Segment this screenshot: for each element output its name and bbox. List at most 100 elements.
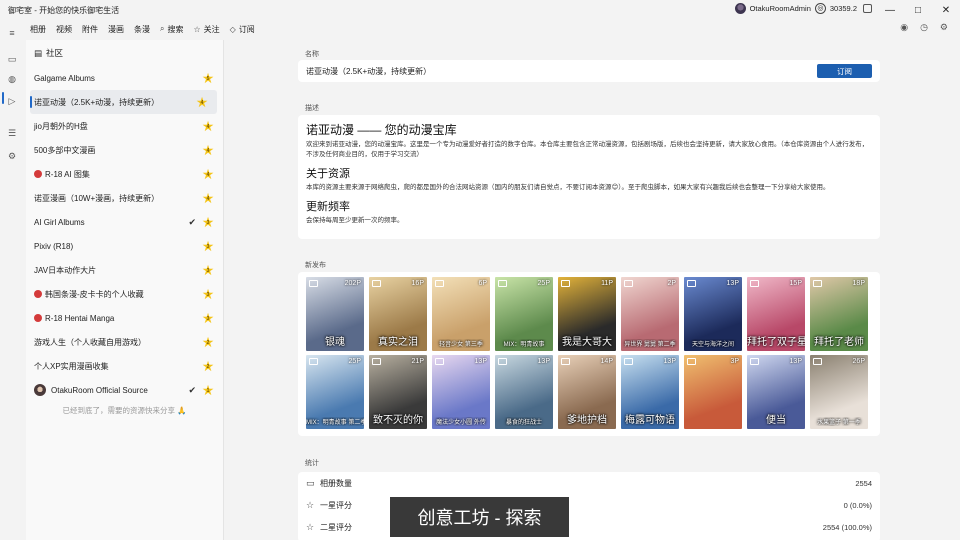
name-card: 诺亚动漫（2.5K+动漫，持续更新） 订阅 [298,60,880,82]
sidebar-item[interactable]: R-18 Hentai Manga ★ 3 [26,306,223,330]
top-menu: 相册 视频 附件 漫画 条漫 ⌕ 搜索 ☆ 关注 ◇ 订阅 [30,20,255,38]
album-folder-icon [309,280,318,287]
level-star-icon: ★ 4 [195,95,209,109]
level-number: 3 [206,316,210,322]
menu-item-5[interactable]: ⌕ 搜索 [160,24,183,35]
sidebar-item[interactable]: JAV日本动作大片 ★ 3 [26,258,223,282]
sidebar-item-label: AI Girl Albums [34,217,85,227]
sidebar-item[interactable]: OtakuRoom Official Source ✔ ★ 1 [26,378,223,402]
user-area[interactable]: OtakuRoomAdmin ◎ 30359.2 [734,3,872,14]
sidebar-item[interactable]: 500多部中文漫画 ★ 4 [26,138,223,162]
list-icon[interactable]: ☰ [5,126,19,140]
page-count: 13P [537,358,550,365]
sidebar-item-label: Galgame Albums [34,73,95,83]
album-thumbnail[interactable]: 25P MIX：明青故事 [495,277,553,351]
menu-item-1[interactable]: 视频 [56,24,72,35]
sidebar-item[interactable]: 诺亚漫画（10W+漫画，持续更新） ★ 4 [26,186,223,210]
level-star-icon: ★ 3 [201,311,215,325]
album-thumbnail[interactable]: 3P [684,355,742,429]
level-number: 3 [206,220,210,226]
globe-icon[interactable]: ◍ [5,72,19,86]
sidebar-item[interactable]: 韩国条漫-皮卡卡的个人收藏 ★ 3 [26,282,223,306]
sidebar-item-label: jio月朝外的H盘 [34,121,88,131]
menu-item-6[interactable]: ☆ 关注 [193,24,219,35]
menu-item-label: 订阅 [238,24,255,34]
menu-item-3[interactable]: 漫画 [108,24,124,35]
subscribe-button[interactable]: 订阅 [817,64,872,78]
stat-label: 二星评分 [320,522,352,532]
sidebar-item[interactable]: 个人XP实用漫画收集 ★ 2 [26,354,223,378]
subscribed-check-icon: ✔ [188,385,196,395]
level-star-icon: ★ 1 [201,383,215,397]
community-sidebar: ▤ 社区 Galgame Albums ★ 5 诺亚动漫（2.5K+动漫，持续更新） ★… [26,40,224,540]
level-number: 1 [206,388,210,394]
window-controls: — □ ✕ [876,0,960,20]
level-star-icon: ★ 3 [201,215,215,229]
sidebar-item[interactable]: 游戏人生（个人收藏自用游戏） ★ 2 [26,330,223,354]
community-list: Galgame Albums ★ 5 诺亚动漫（2.5K+动漫，持续更新） ★ 4 jio月… [26,66,223,402]
stats-card: ▭ 相册数量 2554 ☆ 一星评分 0 (0.0%) ☆ 二星评分 2554 (100.0%) [298,472,880,540]
album-thumbnail[interactable]: 26P 水果篮子 第一季 [810,355,868,429]
album-thumbnail[interactable]: 6P 轻音少女 第三季 [432,277,490,351]
minimize-button[interactable]: — [876,0,904,20]
wallet-icon[interactable] [863,4,872,13]
list-end-note: 已经到底了，需要的资源快来分享 🙏 [62,406,187,415]
sidebar-item[interactable]: R-18 AI 图集 ★ 4 [26,162,223,186]
level-number: 4 [206,196,210,202]
sidebar-item[interactable]: Pixiv (R18) ★ 3 [26,234,223,258]
sidebar-item[interactable]: 诺亚动漫（2.5K+动漫，持续更新） ★ 4 [30,90,217,114]
page-count: 2P [667,280,676,287]
album-thumbnail[interactable]: 15P 拜托了双子星 [747,277,805,351]
menu-item-0[interactable]: 相册 [30,24,46,35]
menu-icon[interactable]: ≡ [5,26,19,40]
level-star-icon: ★ 4 [201,191,215,205]
settings-gear-icon[interactable]: ⚙ [940,22,948,33]
album-thumbnail[interactable]: 13P 暴食的狂战士 [495,355,553,429]
sidebar-item[interactable]: AI Girl Albums ✔ ★ 3 [26,210,223,234]
user-avatar[interactable] [734,3,746,14]
album-thumbnail[interactable]: 13P 梅露可物语 [621,355,679,429]
user-name[interactable]: OtakuRoomAdmin [750,4,811,13]
star-1-icon: ☆ [306,499,315,510]
broadcast-icon[interactable]: ◉ [900,22,908,33]
sidebar-item-label: 游戏人生（个人收藏自用游戏） [34,337,146,347]
subscribed-check-icon: ✔ [188,217,196,227]
album-folder-icon [624,358,633,365]
page-count: 18P [852,280,865,287]
menu-item-label: 视频 [56,24,72,34]
play-icon[interactable]: ▷ [5,94,19,108]
album-thumbnail[interactable]: 25P MIX：明青故事 第二季 [306,355,364,429]
menu-item-label: 条漫 [134,24,150,34]
image-icon[interactable]: ▭ [5,52,19,66]
settings-icon[interactable]: ⚙ [5,149,19,163]
album-caption: 拜托了双子星 [747,337,805,348]
page-count: 6P [478,280,487,287]
album-thumbnail[interactable]: 16P 真实之泪 [369,277,427,351]
menu-item-7[interactable]: ◇ 订阅 [230,24,255,35]
source-avatar [34,384,46,396]
album-thumbnail[interactable]: 11P 我是大哥大 [558,277,616,351]
sidebar-item[interactable]: Galgame Albums ★ 5 [26,66,223,90]
album-thumbnail[interactable]: 18P 拜托了老师 [810,277,868,351]
sidebar-item-label: 个人XP实用漫画收集 [34,361,109,371]
album-thumbnail[interactable]: 202P 银魂 [306,277,364,351]
new-section-label: 新发布 [305,262,326,269]
close-button[interactable]: ✕ [932,0,960,20]
maximize-button[interactable]: □ [904,0,932,20]
menu-item-label: 附件 [82,24,98,34]
history-icon[interactable]: ◷ [920,22,928,33]
search-icon: ⌕ [160,24,165,33]
album-thumbnail[interactable]: 13P 魔法少女小圆 外传 [432,355,490,429]
album-thumbnail[interactable]: 13P 天空与海洋之间 [684,277,742,351]
main-panel: 名称 诺亚动漫（2.5K+动漫，持续更新） 订阅 描述 诺亚动漫 —— 您的动漫… [225,40,960,540]
album-thumbnail[interactable]: 21P 致不灭的你 [369,355,427,429]
menu-item-4[interactable]: 条漫 [134,24,150,35]
level-star-icon: ★ 2 [201,335,215,349]
sidebar-item[interactable]: jio月朝外的H盘 ★ 4 [26,114,223,138]
stat-value: 0 (0.0%) [843,500,872,510]
album-thumbnail[interactable]: 2P 异世界 舅舅 第二季 [621,277,679,351]
page-count: 15P [789,280,802,287]
album-thumbnail[interactable]: 14P 爹地护档 [558,355,616,429]
menu-item-2[interactable]: 附件 [82,24,98,35]
album-thumbnail[interactable]: 13P 便当 [747,355,805,429]
